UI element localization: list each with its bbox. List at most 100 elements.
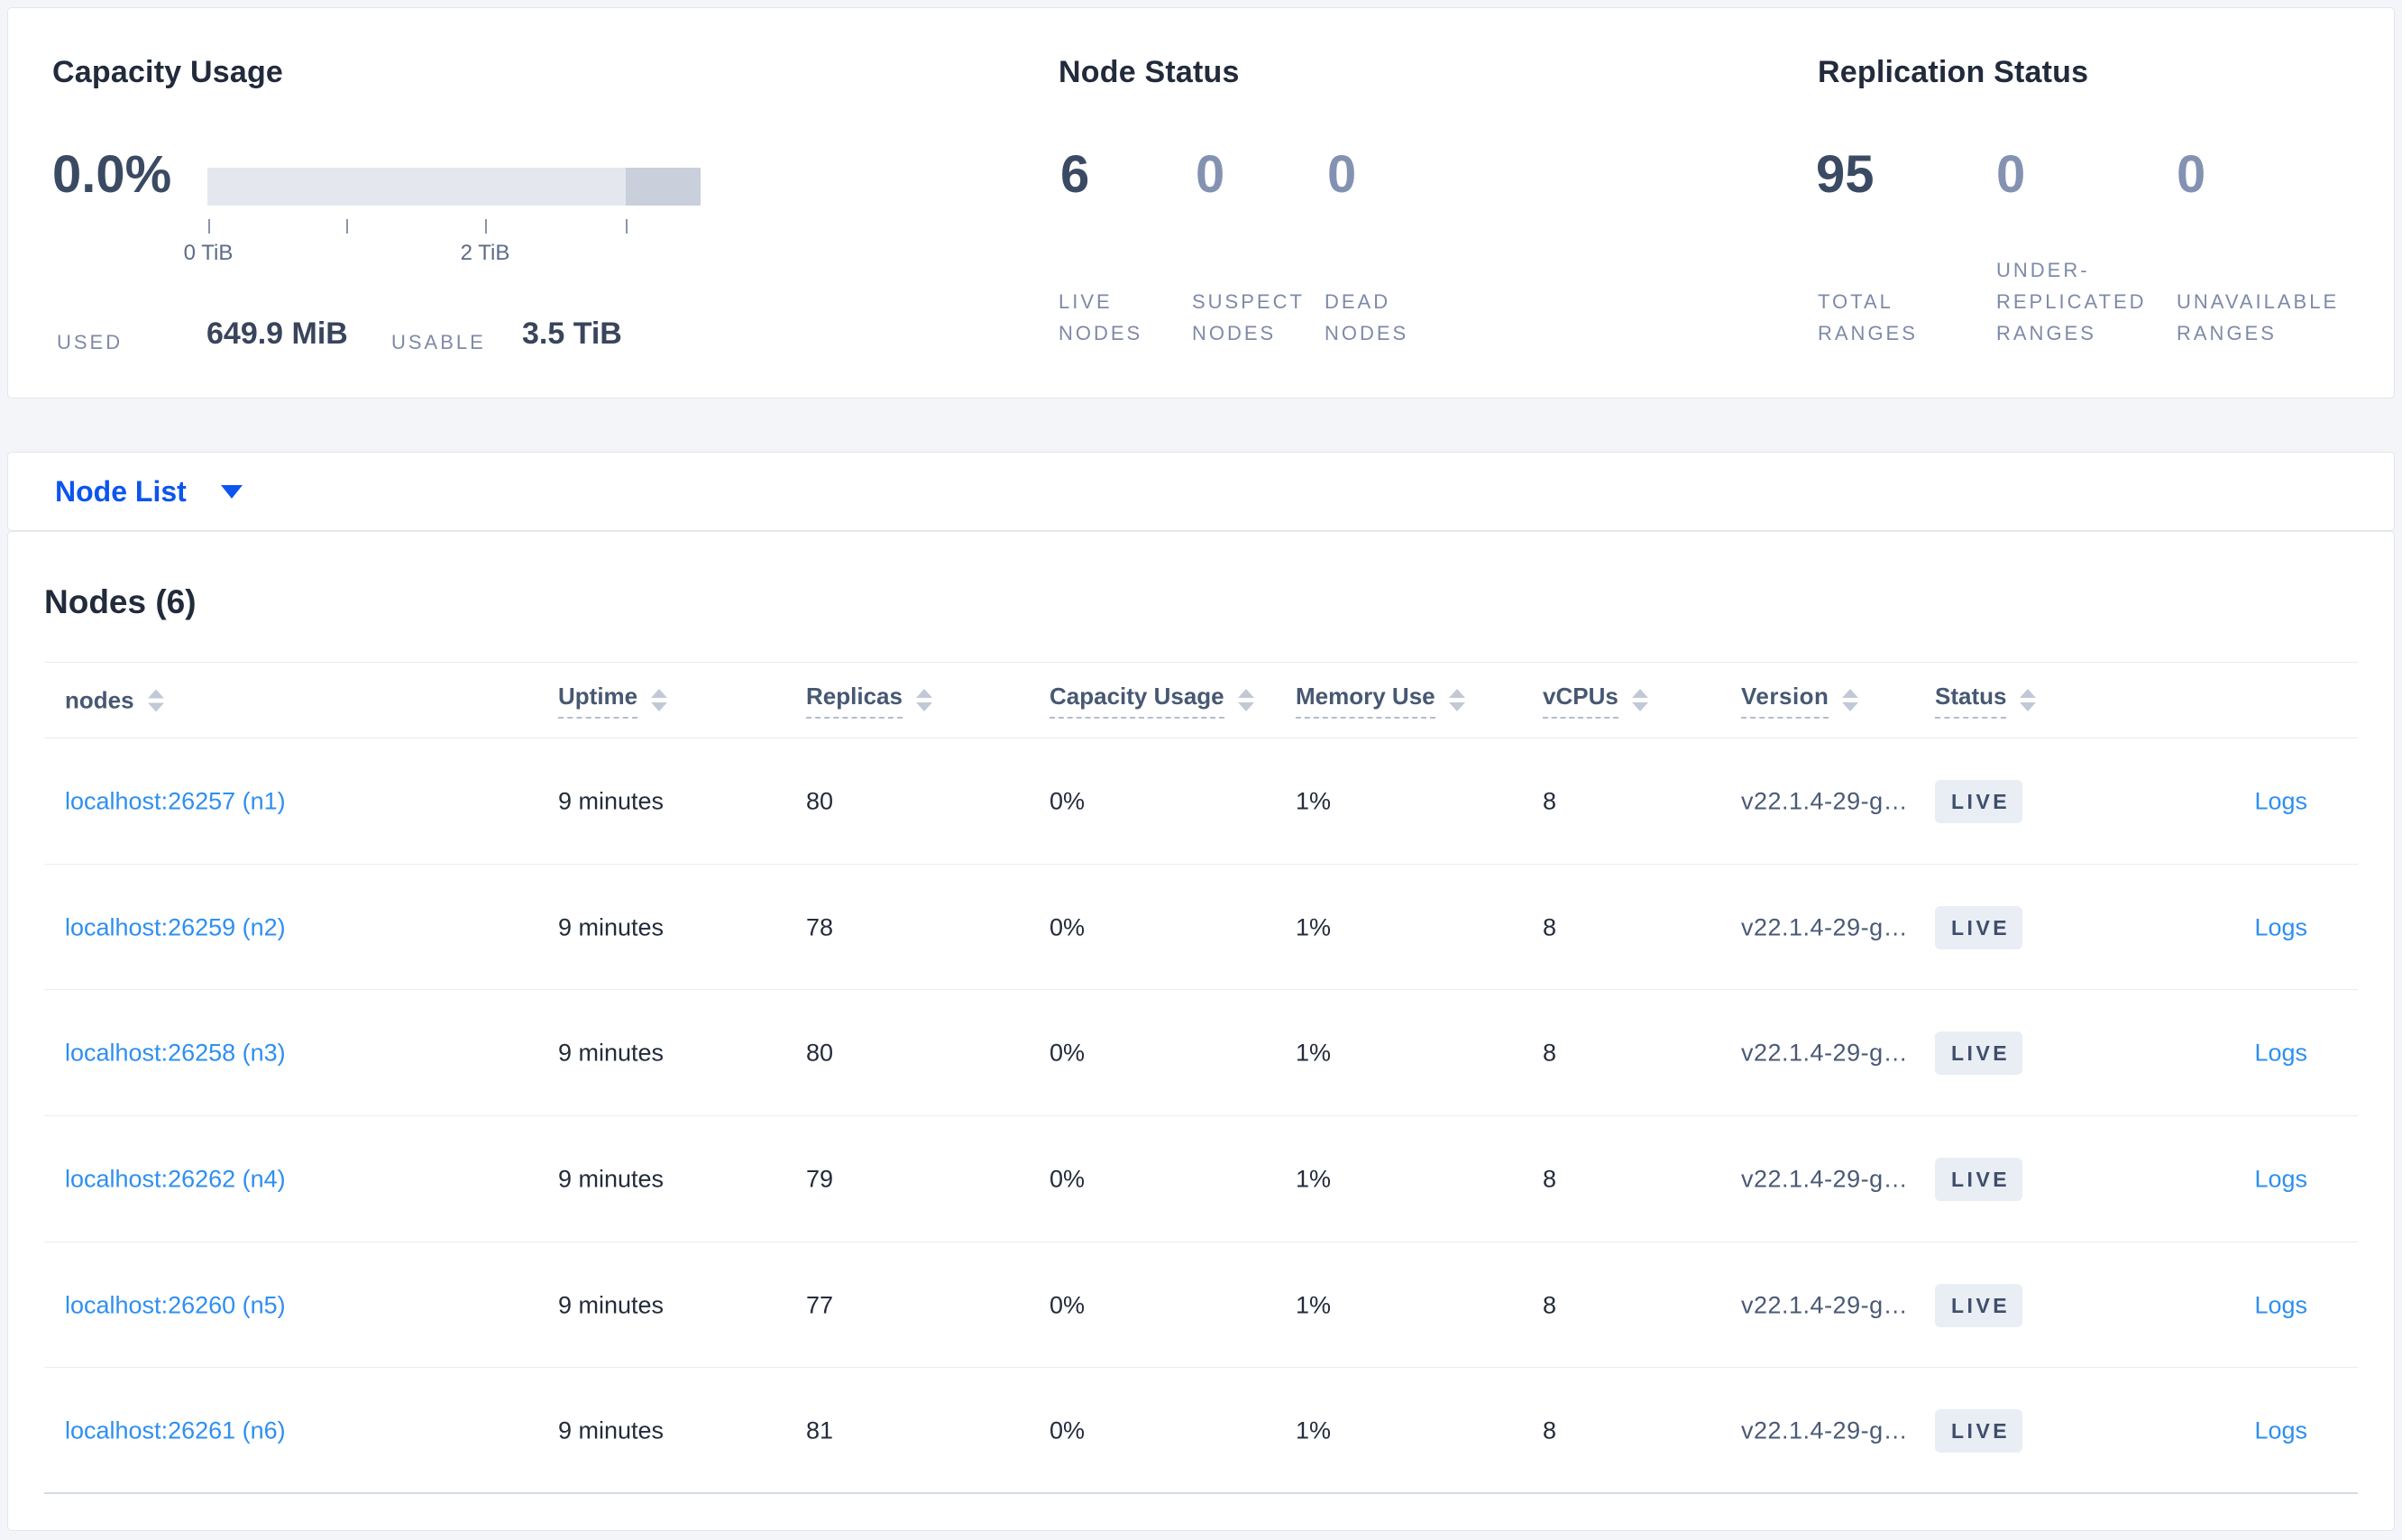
live-nodes-label: LIVE NODES (1059, 290, 1143, 344)
uptime-cell: 9 minutes (558, 1165, 665, 1193)
logs-link[interactable]: Logs (2254, 1165, 2307, 1193)
capacity-cell: 0% (1050, 1039, 1086, 1067)
replicas-cell: 80 (806, 787, 834, 815)
cluster-overview-page: { "summary": { "capacity": { "title": "C… (0, 0, 2402, 1540)
version-cell: v22.1.4-29-g… (1741, 787, 1909, 815)
sort-icon (1237, 689, 1254, 711)
capacity-cell: 0% (1050, 1416, 1086, 1444)
column-header-vcpus[interactable]: vCPUs (1543, 683, 1648, 719)
under-replicated-ranges-value: 0 (1996, 145, 2026, 204)
memory-cell: 1% (1296, 1165, 1332, 1193)
table-row-n4: localhost:26262 (n4) 9 minutes 79 0% 1% … (8, 1116, 2394, 1242)
gauge-tick-label-0: 0 TiB (183, 241, 234, 265)
table-row-n2: localhost:26259 (n2) 9 minutes 78 0% 1% … (8, 865, 2394, 991)
status-badge: LIVE (1935, 1409, 2023, 1453)
total-ranges-value: 95 (1816, 145, 1875, 204)
replicas-cell: 79 (806, 1165, 834, 1193)
column-header-memory-use[interactable]: Memory Use (1296, 683, 1465, 719)
status-cell: LIVE (1935, 1031, 2023, 1076)
status-badge: LIVE (1935, 905, 2023, 949)
nodes-table-title: Nodes (6) (44, 583, 197, 620)
status-cell: LIVE (1935, 1283, 2023, 1327)
memory-cell: 1% (1296, 913, 1332, 941)
gauge-tick (485, 219, 487, 234)
version-cell: v22.1.4-29-g… (1741, 913, 1909, 941)
dead-nodes-value: 0 (1327, 145, 1357, 204)
column-header-status[interactable]: Status (1935, 683, 2037, 719)
total-ranges-label: TOTAL RANGES (1818, 290, 1918, 344)
uptime-cell: 9 minutes (558, 913, 665, 941)
under-replicated-ranges-label: UNDER-REPLICATED RANGES (1996, 259, 2147, 344)
version-cell: v22.1.4-29-g… (1741, 1291, 1909, 1319)
status-cell: LIVE (1935, 1157, 2023, 1201)
table-header-row: nodes Uptime Replicas Capacity Usage Mem… (8, 662, 2394, 738)
table-body: localhost:26257 (n1) 9 minutes 80 0% 1% … (8, 738, 2394, 1495)
node-link[interactable]: localhost:26260 (n5) (65, 1291, 286, 1319)
cluster-summary-card: Capacity Usage 0.0% 0 TiB 2 TiB USED 649… (7, 7, 2395, 399)
table-row-n6: localhost:26261 (n6) 9 minutes 81 0% 1% … (8, 1368, 2394, 1495)
status-badge: LIVE (1935, 1157, 2023, 1201)
column-header-replicas[interactable]: Replicas (806, 683, 932, 719)
uptime-cell: 9 minutes (558, 1039, 665, 1067)
unavailable-ranges-value: 0 (2177, 145, 2206, 204)
node-link[interactable]: localhost:26257 (n1) (65, 787, 286, 815)
column-header-capacity-usage[interactable]: Capacity Usage (1050, 683, 1254, 719)
memory-cell: 1% (1296, 787, 1332, 815)
view-selector-bar: Node List (7, 452, 2395, 531)
used-value: 649.9 MiB (206, 316, 348, 351)
status-cell: LIVE (1935, 1409, 2023, 1453)
replication-status-title: Replication Status (1818, 55, 2089, 89)
capacity-cell: 0% (1050, 1165, 1086, 1193)
vcpus-cell: 8 (1543, 1291, 1557, 1319)
logs-link[interactable]: Logs (2254, 913, 2307, 941)
logs-link[interactable]: Logs (2254, 787, 2307, 815)
sort-icon (2020, 689, 2037, 711)
version-cell: v22.1.4-29-g… (1741, 1416, 1909, 1444)
gauge-tick (626, 219, 628, 234)
capacity-gauge-end-segment (625, 168, 701, 206)
node-link[interactable]: localhost:26258 (n3) (65, 1040, 286, 1068)
capacity-cell: 0% (1050, 1291, 1086, 1319)
vcpus-cell: 8 (1543, 913, 1557, 941)
node-list-dropdown[interactable]: Node List (55, 453, 243, 530)
version-cell: v22.1.4-29-g… (1741, 1039, 1909, 1067)
capacity-gauge-bar (207, 168, 701, 206)
memory-cell: 1% (1296, 1291, 1332, 1319)
suspect-nodes-label: SUSPECT NODES (1192, 290, 1305, 344)
status-badge: LIVE (1935, 1031, 2023, 1076)
column-header-version[interactable]: Version (1741, 683, 1859, 719)
row-divider (44, 1492, 2358, 1495)
uptime-cell: 9 minutes (558, 1416, 665, 1444)
capacity-cell: 0% (1050, 913, 1086, 941)
status-badge: LIVE (1935, 779, 2023, 823)
sort-icon (1631, 689, 1648, 711)
memory-cell: 1% (1296, 1039, 1332, 1067)
status-cell: LIVE (1935, 905, 2023, 949)
node-link[interactable]: localhost:26261 (n6) (65, 1417, 286, 1445)
memory-cell: 1% (1296, 1416, 1332, 1444)
node-link[interactable]: localhost:26262 (n4) (65, 1165, 286, 1193)
used-label: USED (57, 331, 124, 353)
sort-icon (1842, 689, 1859, 711)
uptime-cell: 9 minutes (558, 1291, 665, 1319)
node-list-dropdown-label: Node List (55, 474, 187, 508)
vcpus-cell: 8 (1543, 1165, 1557, 1193)
usable-label: USABLE (391, 331, 486, 353)
uptime-cell: 9 minutes (558, 787, 665, 815)
capacity-percent-value: 0.0% (52, 145, 172, 204)
version-cell: v22.1.4-29-g… (1741, 1165, 1909, 1193)
column-header-uptime[interactable]: Uptime (558, 683, 668, 719)
replicas-cell: 81 (806, 1416, 834, 1444)
vcpus-cell: 8 (1543, 1416, 1557, 1444)
logs-link[interactable]: Logs (2254, 1417, 2307, 1445)
suspect-nodes-value: 0 (1196, 145, 1225, 204)
gauge-tick (208, 219, 210, 234)
logs-link[interactable]: Logs (2254, 1040, 2307, 1068)
usable-value: 3.5 TiB (522, 316, 622, 351)
node-link[interactable]: localhost:26259 (n2) (65, 913, 286, 941)
column-header-nodes[interactable]: nodes (65, 686, 164, 714)
replicas-cell: 80 (806, 1039, 834, 1067)
table-row-n5: localhost:26260 (n5) 9 minutes 77 0% 1% … (8, 1242, 2394, 1369)
vcpus-cell: 8 (1543, 1039, 1557, 1067)
logs-link[interactable]: Logs (2254, 1291, 2307, 1319)
